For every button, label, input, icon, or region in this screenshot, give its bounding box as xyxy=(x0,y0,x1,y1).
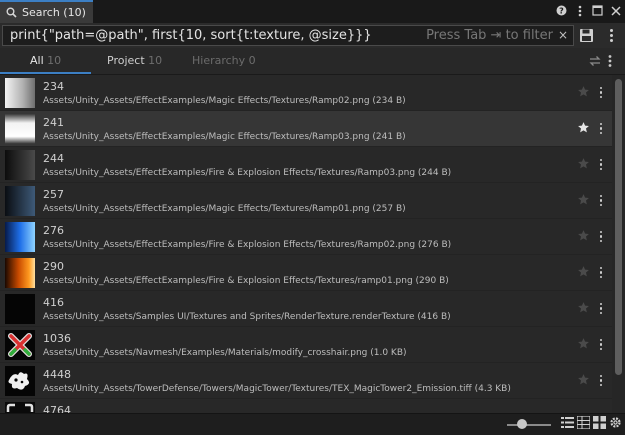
search-query[interactable]: print{"path=@path", first{10, sort{t:tex… xyxy=(10,26,372,45)
results-scrollbar[interactable] xyxy=(612,75,625,413)
tab-hierarchy[interactable]: Hierarchy 0 xyxy=(192,48,256,74)
result-label: 244 xyxy=(43,152,64,165)
result-path: Assets/Unity_Assets/EffectExamples/Fire … xyxy=(43,240,452,250)
result-row-244[interactable]: 244 Assets/Unity_Assets/EffectExamples/F… xyxy=(0,147,612,183)
title-bar: Search (10) ? xyxy=(0,0,625,24)
item-size-slider-handle[interactable] xyxy=(517,419,527,429)
tab-hierarchy-label: Hierarchy xyxy=(192,54,246,67)
result-path: Assets/Unity_Assets/EffectExamples/Magic… xyxy=(43,132,406,142)
result-label: 290 xyxy=(43,260,64,273)
settings-gear-icon[interactable] xyxy=(609,416,622,429)
row-menu-icon[interactable] xyxy=(598,301,604,316)
result-path: Assets/Unity_Assets/Samples UI/Textures … xyxy=(43,312,451,322)
favorite-star-icon[interactable] xyxy=(577,121,590,134)
row-menu-icon[interactable] xyxy=(598,193,604,208)
row-menu-icon[interactable] xyxy=(598,157,604,172)
result-label: 234 xyxy=(43,80,64,93)
help-icon[interactable]: ? xyxy=(554,3,569,18)
thumbnail-ramp03-fire xyxy=(5,150,35,180)
result-path: Assets/Unity_Assets/EffectExamples/Fire … xyxy=(43,276,449,286)
clear-search-button[interactable]: × xyxy=(558,26,568,45)
tab-all[interactable]: All 10 xyxy=(0,48,92,74)
result-row-276[interactable]: 276 Assets/Unity_Assets/EffectExamples/F… xyxy=(0,219,612,255)
favorite-star-icon[interactable] xyxy=(577,229,590,242)
results-list: 234 Assets/Unity_Assets/EffectExamples/M… xyxy=(0,75,612,413)
favorite-star-icon[interactable] xyxy=(577,265,590,278)
tab-project-label: Project xyxy=(107,54,145,67)
result-label: 276 xyxy=(43,224,64,237)
row-menu-icon[interactable] xyxy=(598,85,604,100)
more-icon[interactable] xyxy=(572,3,587,18)
tab-all-count: 10 xyxy=(47,54,62,67)
result-row-4764[interactable]: 4764 xyxy=(0,399,612,413)
thumbnail-ramp02-fire xyxy=(5,222,35,252)
result-path: Assets/Unity_Assets/EffectExamples/Magic… xyxy=(43,204,406,214)
favorite-star-icon[interactable] xyxy=(577,337,590,350)
row-menu-icon[interactable] xyxy=(598,121,604,136)
result-row-290[interactable]: 290 Assets/Unity_Assets/EffectExamples/F… xyxy=(0,255,612,291)
result-label: 4448 xyxy=(43,368,71,381)
thumbnail-ramp03-magic xyxy=(5,114,35,144)
grid-view-icon[interactable] xyxy=(593,416,606,429)
thumbnail-crosshair xyxy=(5,330,35,360)
item-size-slider[interactable] xyxy=(507,424,551,426)
row-menu-icon[interactable] xyxy=(598,265,604,280)
close-icon[interactable] xyxy=(608,3,623,18)
status-bar xyxy=(0,413,625,435)
tab-project[interactable]: Project 10 xyxy=(107,48,162,74)
thumbnail-emission xyxy=(5,366,35,396)
thumbnail-corner-brackets xyxy=(5,402,35,413)
favorite-star-icon[interactable] xyxy=(577,193,590,206)
result-row-241[interactable]: 241 Assets/Unity_Assets/EffectExamples/M… xyxy=(0,111,612,147)
thumbnail-ramp01-magic xyxy=(5,186,35,216)
row-menu-icon[interactable] xyxy=(598,229,604,244)
result-path: Assets/Unity_Assets/EffectExamples/Magic… xyxy=(43,96,406,106)
favorite-star-icon[interactable] xyxy=(577,373,590,386)
sync-icon[interactable] xyxy=(588,54,602,68)
result-path: Assets/Unity_Assets/TowerDefense/Towers/… xyxy=(43,384,511,394)
result-row-4448[interactable]: 4448 Assets/Unity_Assets/TowerDefense/To… xyxy=(0,363,612,399)
result-path: Assets/Unity_Assets/EffectExamples/Fire … xyxy=(43,168,452,178)
result-label: 4764 xyxy=(43,404,71,413)
thumbnail-ramp01-fire xyxy=(5,258,35,288)
result-label: 416 xyxy=(43,296,64,309)
tab-project-count: 10 xyxy=(148,54,163,67)
result-label: 257 xyxy=(43,188,64,201)
result-path: Assets/Unity_Assets/Navmesh/Examples/Mat… xyxy=(43,348,407,358)
search-icon xyxy=(6,7,17,18)
search-input[interactable]: print{"path=@path", first{10, sort{t:tex… xyxy=(2,25,574,46)
result-label: 241 xyxy=(43,116,64,129)
result-row-416[interactable]: 416 Assets/Unity_Assets/Samples UI/Textu… xyxy=(0,291,612,327)
tab-hierarchy-count: 0 xyxy=(248,54,256,67)
filter-hint: Press Tab ⇥ to filter xyxy=(426,28,553,43)
table-view-icon[interactable] xyxy=(577,416,590,429)
favorite-star-icon[interactable] xyxy=(577,157,590,170)
result-row-234[interactable]: 234 Assets/Unity_Assets/EffectExamples/M… xyxy=(0,75,612,111)
search-bar: print{"path=@path", first{10, sort{t:tex… xyxy=(0,23,625,48)
maximize-icon[interactable] xyxy=(590,3,605,18)
row-menu-icon[interactable] xyxy=(598,373,604,388)
search-window-tab[interactable]: Search (10) xyxy=(0,0,93,23)
tab-title: Search (10) xyxy=(22,6,86,19)
svg-text:?: ? xyxy=(559,7,564,16)
save-search-icon[interactable] xyxy=(579,28,594,43)
more-options-icon[interactable] xyxy=(607,54,613,68)
tab-all-label: All xyxy=(30,54,44,67)
favorite-star-icon[interactable] xyxy=(577,301,590,314)
scrollbar-thumb[interactable] xyxy=(615,79,622,375)
result-row-257[interactable]: 257 Assets/Unity_Assets/EffectExamples/M… xyxy=(0,183,612,219)
result-label: 1036 xyxy=(43,332,71,345)
list-view-icon[interactable] xyxy=(561,416,574,429)
search-options-button[interactable] xyxy=(605,27,617,44)
result-row-1036[interactable]: 1036 Assets/Unity_Assets/Navmesh/Example… xyxy=(0,327,612,363)
thumbnail-ramp02-magic xyxy=(5,78,35,108)
row-menu-icon[interactable] xyxy=(598,337,604,352)
thumbnail-rendertexture xyxy=(5,294,35,324)
favorite-star-icon[interactable] xyxy=(577,85,590,98)
provider-tabs: All 10 Project 10 Hierarchy 0 xyxy=(0,48,625,75)
